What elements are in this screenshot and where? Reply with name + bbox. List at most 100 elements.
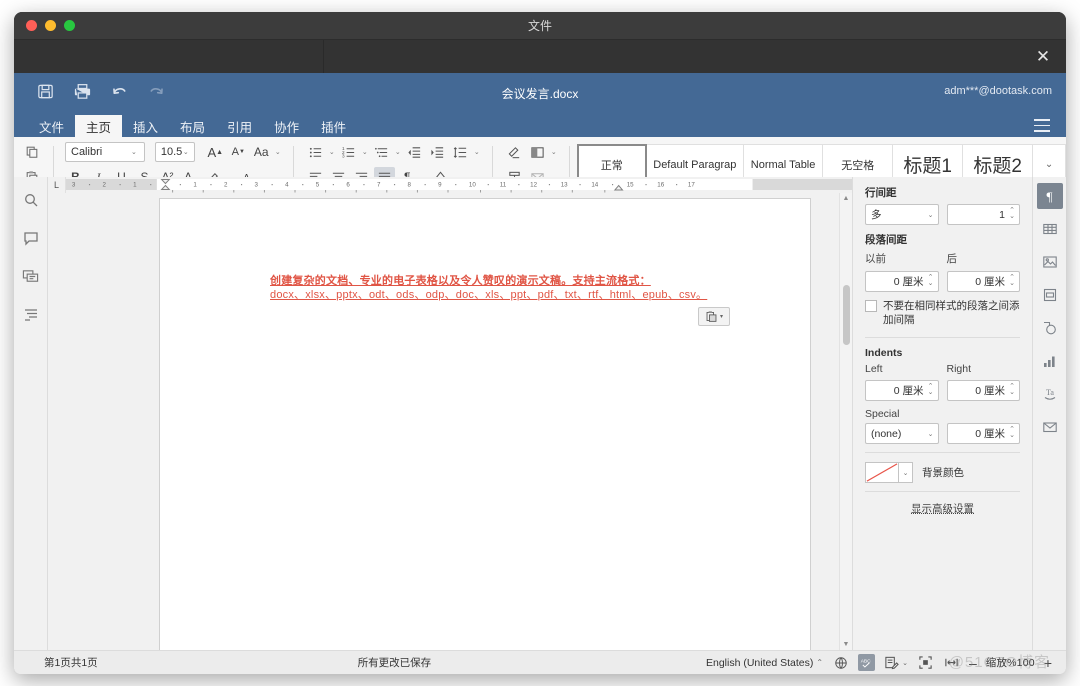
font-size-select[interactable]: 10.5 xyxy=(154,142,195,162)
numbered-list-caret-icon[interactable]: ⌄ xyxy=(361,148,369,156)
document-content[interactable]: 创建复杂的文档、专业的电子表格以及令人赞叹的演示文稿。支持主流格式： docx、… xyxy=(270,274,710,302)
indent-right-label: Right xyxy=(946,363,972,375)
track-changes-caret-icon[interactable]: ⌄ xyxy=(902,659,908,667)
multilevel-list-icon[interactable] xyxy=(371,142,392,163)
bullet-list-icon[interactable] xyxy=(305,142,326,163)
increase-indent-icon[interactable] xyxy=(427,142,448,163)
fit-page-icon[interactable] xyxy=(917,654,934,671)
grow-font-icon[interactable]: A ▲ xyxy=(205,142,226,163)
paragraph-settings-icon[interactable]: ¶ xyxy=(1036,183,1063,209)
document-page[interactable]: 创建复杂的文档、专业的电子表格以及令人赞叹的演示文稿。支持主流格式： docx、… xyxy=(160,199,810,650)
line-spacing-caret-icon[interactable]: ⌄ xyxy=(473,148,481,156)
right-sidebar: ¶ Ta xyxy=(1032,177,1066,650)
shrink-font-icon[interactable]: A ▼ xyxy=(228,142,249,163)
scroll-down-icon[interactable]: ▼ xyxy=(843,641,850,648)
scrollbar-thumb[interactable] xyxy=(843,285,850,345)
tab-layout[interactable]: 布局 xyxy=(169,115,216,137)
save-icon[interactable] xyxy=(36,82,55,101)
fit-width-icon[interactable] xyxy=(943,654,960,671)
mail-merge-icon[interactable] xyxy=(1037,414,1063,440)
special-indent-amount-input[interactable]: 0 厘米 ⌃ ⌄ xyxy=(946,423,1020,444)
shape-settings-icon[interactable] xyxy=(1037,315,1063,341)
line-spacing-mode-select[interactable]: 多 ⌄ xyxy=(865,204,939,225)
text-box-settings-icon[interactable] xyxy=(1037,282,1063,308)
background-color-caret-icon[interactable]: ⌄ xyxy=(899,462,913,483)
undo-icon[interactable] xyxy=(110,82,129,101)
font-family-caret-icon[interactable]: ⌄ xyxy=(131,148,137,156)
special-indent-select[interactable]: (none) ⌄ xyxy=(865,423,939,444)
stepper-icon[interactable]: ⌃ ⌄ xyxy=(928,274,934,287)
bullet-list-caret-icon[interactable]: ⌄ xyxy=(328,148,336,156)
language-caret-icon[interactable]: ⌃ xyxy=(816,658,823,667)
track-changes-button[interactable]: ⌄ xyxy=(884,655,908,670)
chevron-down-icon[interactable]: ⌄ xyxy=(928,430,934,438)
headings-icon[interactable] xyxy=(18,301,44,327)
close-window-button[interactable] xyxy=(26,20,37,31)
font-size-caret-icon[interactable]: ⌄ xyxy=(183,148,189,156)
change-case-icon[interactable]: Aa xyxy=(251,142,272,163)
minimize-window-button[interactable] xyxy=(45,20,56,31)
menu-icon[interactable] xyxy=(1034,119,1050,132)
redo-icon[interactable] xyxy=(147,82,166,101)
line-spacing-value-input[interactable]: 1 ⌃ ⌄ xyxy=(946,204,1020,225)
stepper-icon[interactable]: ⌃ ⌄ xyxy=(1009,426,1015,439)
paste-options-icon[interactable]: ▾ xyxy=(698,307,730,326)
spacing-before-input[interactable]: 0 厘米 ⌃ ⌄ xyxy=(865,271,939,292)
language-button[interactable]: English (United States) ⌃ xyxy=(706,657,823,669)
stepper-icon[interactable]: ⌃ ⌄ xyxy=(1009,383,1015,396)
change-case-caret-icon[interactable]: ⌄ xyxy=(274,148,282,156)
special-indent-amount-value: 0 厘米 xyxy=(975,428,1005,440)
maximize-window-button[interactable] xyxy=(64,20,75,31)
tab-insert[interactable]: 插入 xyxy=(122,115,169,137)
image-settings-icon[interactable] xyxy=(1037,249,1063,275)
background-color-swatch[interactable] xyxy=(865,462,899,483)
document-canvas[interactable]: 创建复杂的文档、专业的电子表格以及令人赞叹的演示文稿。支持主流格式： docx、… xyxy=(48,193,839,650)
zoom-level-label[interactable]: 缩放%100 xyxy=(986,655,1035,670)
indent-left-input[interactable]: 0 厘米 ⌃ ⌄ xyxy=(865,380,939,401)
columns-caret-icon[interactable]: ⌄ xyxy=(550,148,558,156)
tab-collaboration[interactable]: 协作 xyxy=(263,115,310,137)
chevron-down-icon[interactable]: ⌄ xyxy=(928,211,934,219)
copy-icon[interactable] xyxy=(21,142,42,163)
indent-right-input[interactable]: 0 厘米 ⌃ ⌄ xyxy=(946,380,1020,401)
status-right-group: English (United States) ⌃ ABC ⌄ – 缩放%100… xyxy=(706,654,1066,671)
spacing-after-input[interactable]: 0 厘米 ⌃ ⌄ xyxy=(946,271,1020,292)
advanced-settings-link[interactable]: 显示高级设置 xyxy=(865,501,1020,516)
chat-icon[interactable] xyxy=(18,263,44,289)
chart-settings-icon[interactable] xyxy=(1037,348,1063,374)
tab-references[interactable]: 引用 xyxy=(216,115,263,137)
zoom-out-button[interactable]: – xyxy=(969,655,977,671)
stepper-icon[interactable]: ⌃ ⌄ xyxy=(1009,274,1015,287)
stepper-icon[interactable]: ⌃ ⌄ xyxy=(1009,207,1015,220)
no-space-same-style-row[interactable]: 不要在相同样式的段落之间添加间隔 xyxy=(865,299,1020,327)
tab-plugins[interactable]: 插件 xyxy=(310,115,357,137)
table-settings-icon[interactable] xyxy=(1037,216,1063,242)
svg-text:15: 15 xyxy=(627,181,634,188)
no-space-same-style-checkbox[interactable] xyxy=(865,300,877,312)
line-spacing-icon[interactable] xyxy=(450,142,471,163)
stepper-icon[interactable]: ⌃ ⌄ xyxy=(928,383,934,396)
tab-home[interactable]: 主页 xyxy=(75,115,123,137)
spell-check-icon[interactable]: ABC xyxy=(858,654,876,671)
globe-icon[interactable] xyxy=(832,654,849,671)
indents-title: Indents xyxy=(865,347,903,359)
scroll-up-icon[interactable]: ▲ xyxy=(843,195,850,202)
horizontal-ruler[interactable]: 321 123 456 789 10 11 12 13 14 15 16 17 xyxy=(66,177,852,193)
text-art-settings-icon[interactable]: Ta xyxy=(1037,381,1063,407)
columns-icon[interactable] xyxy=(527,142,548,163)
no-space-same-style-label: 不要在相同样式的段落之间添加间隔 xyxy=(883,300,1020,326)
decrease-indent-icon[interactable] xyxy=(404,142,425,163)
multilevel-list-caret-icon[interactable]: ⌄ xyxy=(394,148,402,156)
clear-formatting-icon[interactable] xyxy=(504,142,525,163)
document-vertical-scrollbar[interactable]: ▲ ▼ xyxy=(839,193,852,650)
tab-file[interactable]: 文件 xyxy=(28,115,75,137)
account-label[interactable]: adm***@dootask.com xyxy=(944,85,1052,97)
tab-stop-selector[interactable]: L xyxy=(48,177,66,193)
comments-icon[interactable] xyxy=(18,225,44,251)
close-icon[interactable]: ✕ xyxy=(1030,44,1056,70)
zoom-in-button[interactable]: + xyxy=(1044,655,1052,671)
search-icon[interactable] xyxy=(18,187,44,213)
print-icon[interactable] xyxy=(73,82,92,101)
paste-options-caret-icon[interactable]: ▾ xyxy=(720,313,723,320)
numbered-list-icon[interactable]: 123 xyxy=(338,142,359,163)
